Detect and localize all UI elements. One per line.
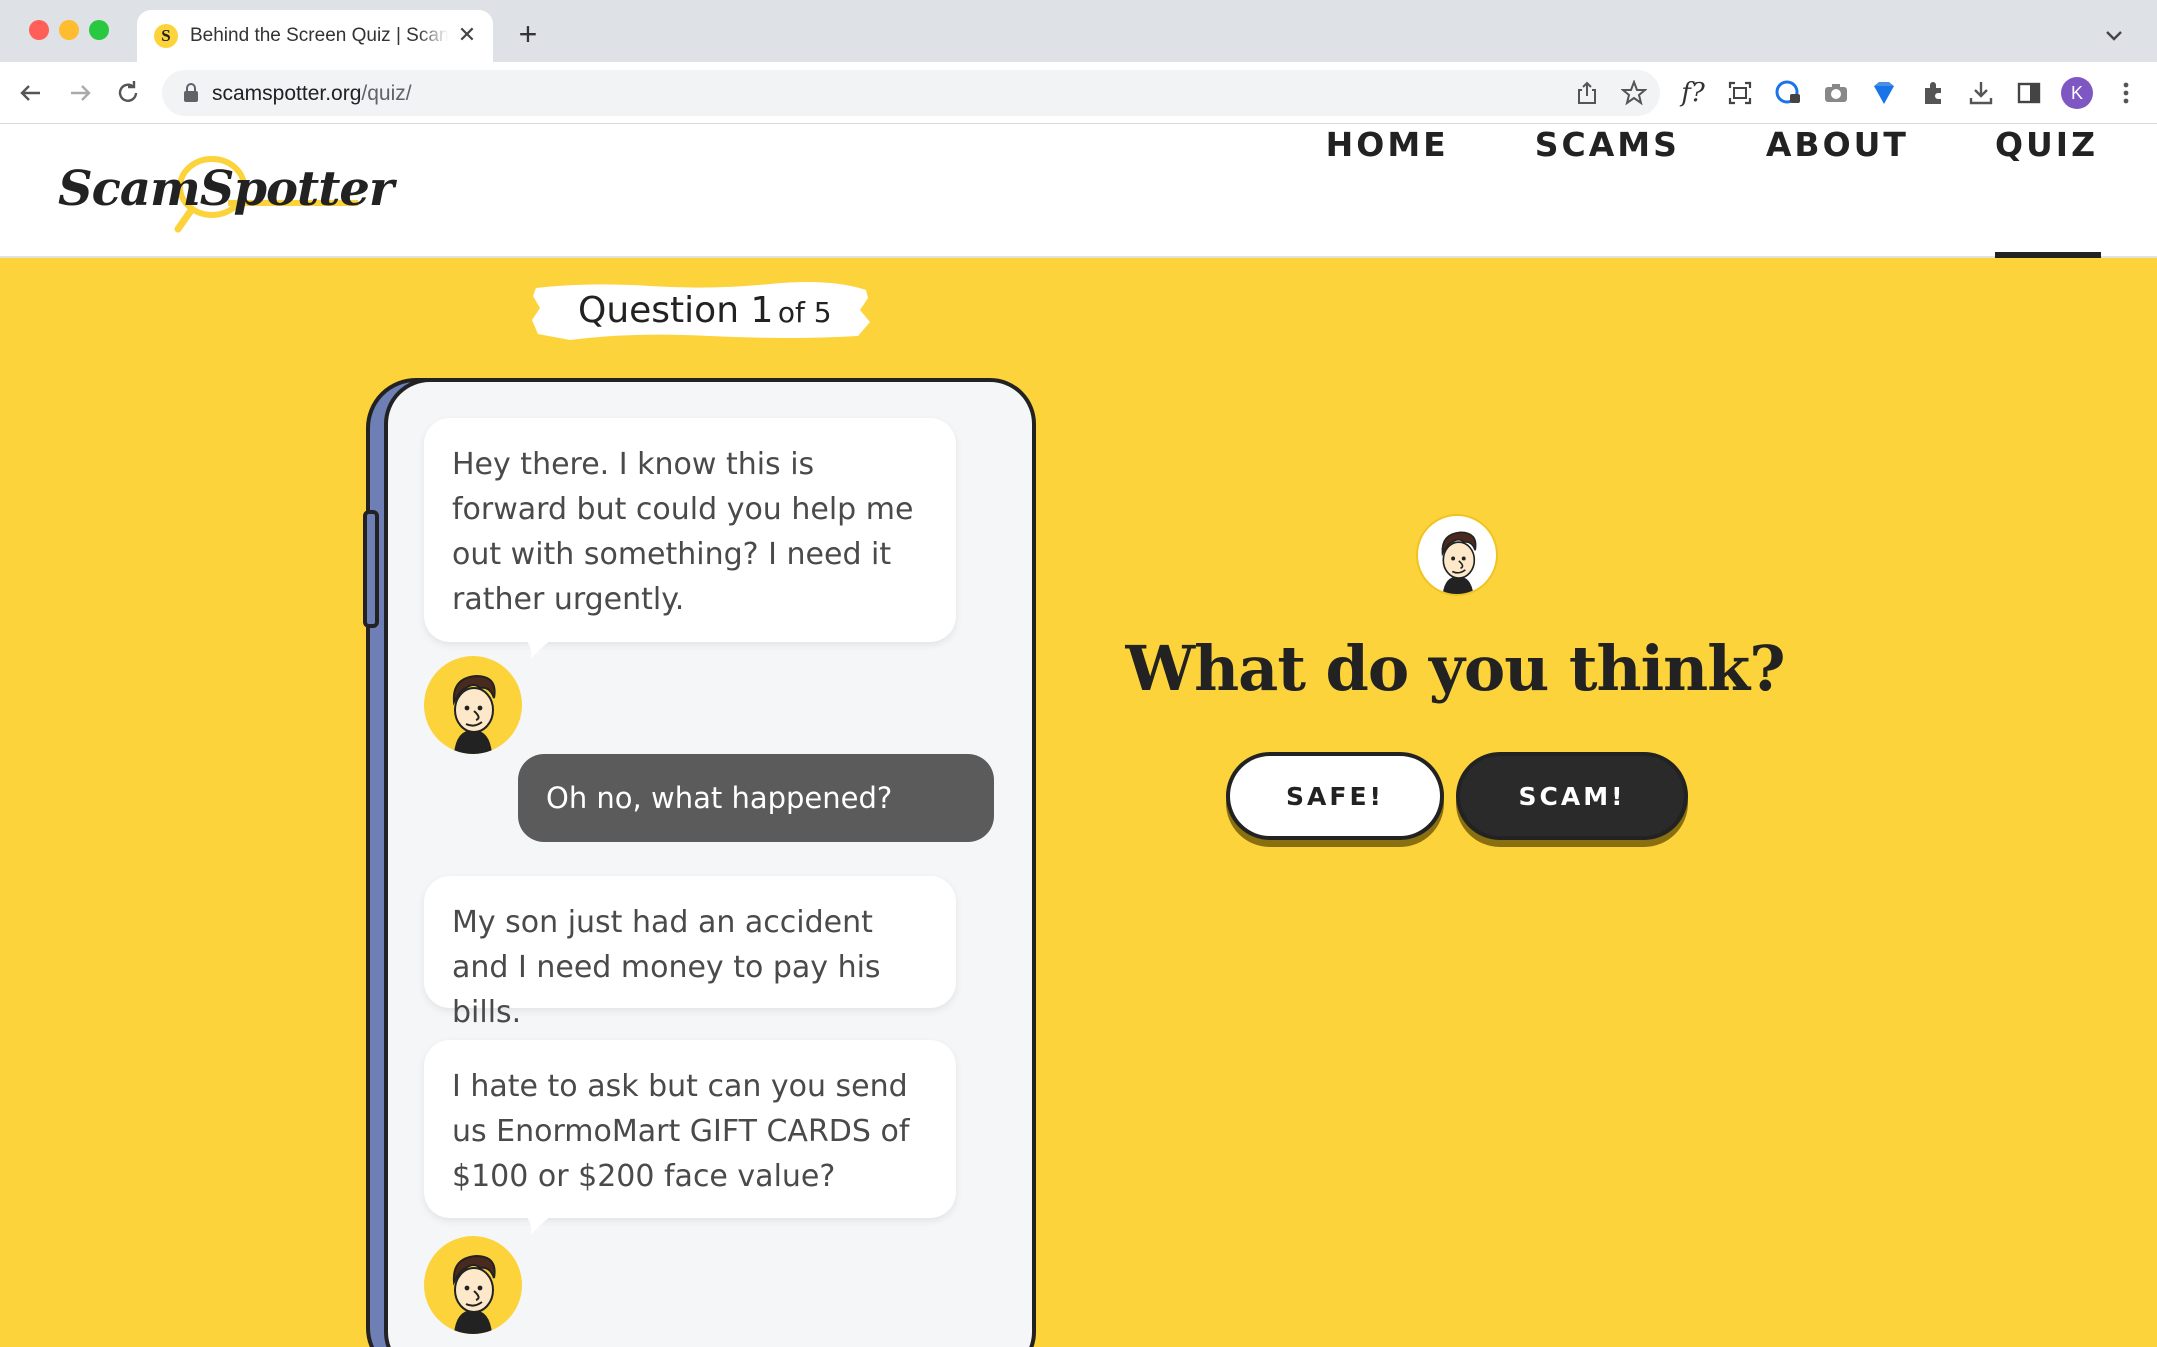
- chat-message-1: Hey there. I know this is forward but co…: [424, 418, 956, 642]
- contact-avatar-icon: [424, 1236, 522, 1334]
- user-reply-message: Oh no, what happened?: [518, 754, 994, 842]
- character-avatar-icon: [1416, 514, 1498, 596]
- maximize-window-button[interactable]: [89, 20, 109, 40]
- nav-quiz[interactable]: QUIZ: [1994, 125, 2102, 260]
- profile-avatar[interactable]: K: [2061, 77, 2093, 109]
- reload-icon[interactable]: [111, 76, 145, 110]
- extensions-icon[interactable]: [1916, 76, 1950, 110]
- bubble-tail-1: [524, 638, 554, 660]
- url-host: scamspotter.org: [212, 82, 362, 105]
- forward-icon[interactable]: [63, 76, 97, 110]
- question-counter: Question 1 of 5: [530, 280, 872, 342]
- share-icon[interactable]: [1574, 80, 1600, 106]
- url-path: /quiz/: [361, 82, 412, 105]
- question-number: Question 1: [578, 290, 774, 331]
- nav-about[interactable]: ABOUT: [1766, 125, 1909, 258]
- site-header: ScamSpotter HOME SCAMS ABOUT QUIZ: [0, 125, 2157, 260]
- font-icon[interactable]: f?: [1676, 76, 1710, 110]
- contact-avatar-icon: [424, 656, 522, 754]
- close-window-button[interactable]: [29, 20, 49, 40]
- browser-tab[interactable]: S Behind the Screen Quiz | ScamSpotter ✕: [137, 10, 493, 62]
- camera-icon[interactable]: [1819, 76, 1853, 110]
- screenshot-icon[interactable]: [1723, 76, 1757, 110]
- sidepanel-icon[interactable]: [2012, 76, 2046, 110]
- bookmark-star-icon[interactable]: [1621, 80, 1647, 106]
- tab-strip: S Behind the Screen Quiz | ScamSpotter ✕…: [0, 0, 2157, 62]
- main-nav: HOME SCAMS ABOUT QUIZ: [1326, 125, 2102, 260]
- chat-message-3: I hate to ask but can you send us Enormo…: [424, 1040, 956, 1218]
- nav-home[interactable]: HOME: [1326, 125, 1449, 258]
- new-tab-button[interactable]: +: [513, 18, 543, 50]
- quiz-prompt-heading: What do you think?: [1125, 632, 1785, 705]
- question-total: of 5: [777, 296, 832, 329]
- address-bar[interactable]: scamspotter.org/quiz/: [162, 70, 1660, 116]
- nav-scams[interactable]: SCAMS: [1535, 125, 1680, 258]
- safe-answer-button[interactable]: SAFE!: [1226, 752, 1444, 840]
- url-text: scamspotter.org/quiz/: [212, 82, 412, 106]
- minimize-window-button[interactable]: [59, 20, 79, 40]
- lock-icon: [184, 83, 198, 102]
- site-logo[interactable]: ScamSpotter: [58, 147, 394, 237]
- chat-message-2: My son just had an accident and I need m…: [424, 876, 956, 1030]
- tab-title: Behind the Screen Quiz | ScamSpotter: [190, 24, 448, 48]
- menu-dots-icon[interactable]: [2109, 76, 2143, 110]
- back-icon[interactable]: [14, 76, 48, 110]
- quiz-main: Question 1 of 5: [0, 258, 2157, 1347]
- bubble-tail-2: [524, 1214, 554, 1236]
- browser-toolbar: scamspotter.org/quiz/ f? K: [0, 62, 2157, 124]
- password-icon[interactable]: [1771, 76, 1805, 110]
- favicon-icon: S: [154, 24, 178, 48]
- download-icon[interactable]: [1964, 76, 1998, 110]
- logo-wordmark: ScamSpotter: [58, 161, 394, 217]
- phone-side-button: [363, 510, 379, 628]
- close-tab-icon[interactable]: ✕: [455, 23, 479, 47]
- scam-answer-button[interactable]: SCAM!: [1456, 752, 1688, 840]
- browser-window: S Behind the Screen Quiz | ScamSpotter ✕…: [0, 0, 2157, 1347]
- gem-icon[interactable]: [1867, 76, 1901, 110]
- tab-search-chevron-icon[interactable]: [2101, 22, 2127, 48]
